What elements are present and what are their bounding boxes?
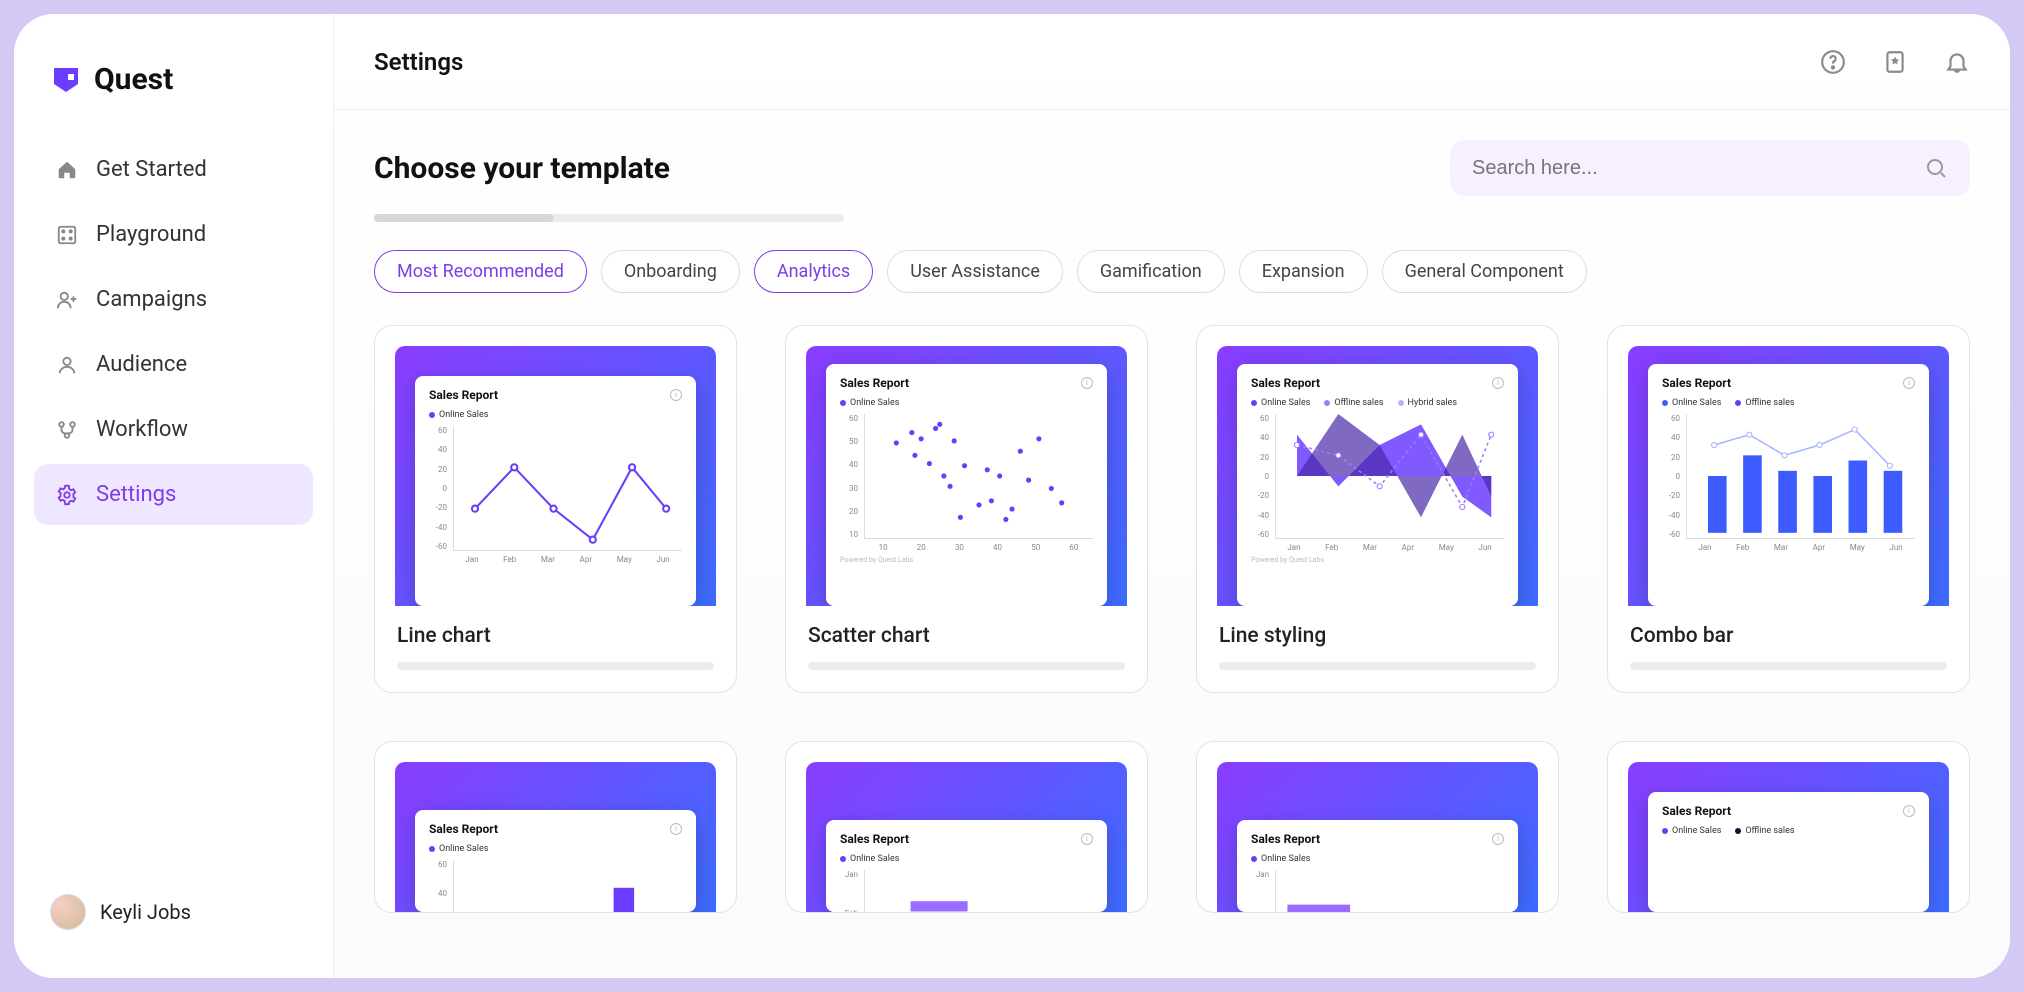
progress-track — [374, 214, 844, 222]
user-profile[interactable]: Keyli Jobs — [14, 874, 333, 950]
card-label: Scatter chart — [808, 624, 1125, 648]
filter-analytics[interactable]: Analytics — [754, 250, 873, 293]
powered-by: Powered by Quest Labs — [840, 556, 1093, 564]
filter-onboarding[interactable]: Onboarding — [601, 250, 740, 293]
sidebar-item-settings[interactable]: Settings — [34, 464, 313, 525]
card-preview: Sales Reporti Online Sales 6040200-20 — [375, 742, 736, 912]
card-label: Line styling — [1219, 624, 1536, 648]
card-preview: Sales Report i Online Sales 60 40 — [375, 326, 736, 606]
user-plus-icon — [56, 289, 78, 311]
filter-pills: Most Recommended Onboarding Analytics Us… — [374, 250, 1970, 293]
card-preview: Sales Report i Online Sales Offline sale… — [1197, 326, 1558, 606]
topbar: Settings — [334, 14, 2010, 110]
grid-icon — [56, 224, 78, 246]
template-card-line-styling[interactable]: Sales Report i Online Sales Offline sale… — [1196, 325, 1559, 693]
info-icon: i — [670, 389, 682, 401]
logo[interactable]: Quest — [14, 42, 333, 133]
card-preview: Sales Report i Online Sales Offline sale… — [1608, 326, 1969, 606]
card-progress — [808, 662, 1125, 670]
info-icon: i — [1903, 377, 1915, 389]
legend-offline: Offline sales — [1745, 398, 1794, 408]
search-icon — [1924, 156, 1948, 180]
powered-by: Powered by Quest Labs — [1251, 556, 1504, 564]
legend-offline: Offline sales — [1334, 398, 1383, 408]
card-label: Combo bar — [1630, 624, 1947, 648]
topbar-actions — [1820, 49, 1970, 75]
chart-title: Sales Report — [429, 388, 498, 402]
search-input[interactable] — [1472, 157, 1912, 180]
app-frame: Quest Get Started Playground Campaigns A… — [14, 14, 2010, 978]
sidebar-item-label: Get Started — [96, 157, 207, 182]
info-icon: i — [1081, 377, 1093, 389]
sidebar-item-playground[interactable]: Playground — [34, 204, 313, 265]
page-title: Choose your template — [374, 151, 670, 186]
sidebar-item-campaigns[interactable]: Campaigns — [34, 269, 313, 330]
page-header-title: Settings — [374, 48, 463, 76]
legend-online: Online Sales — [439, 410, 488, 420]
main: Settings Choose your template Most Recom… — [334, 14, 2010, 978]
template-card-combo-bar[interactable]: Sales Report i Online Sales Offline sale… — [1607, 325, 1970, 693]
template-card-partial-1[interactable]: Sales Reporti Online Sales 6040200-20 — [374, 741, 737, 913]
gear-icon — [56, 484, 78, 506]
sidebar-item-label: Campaigns — [96, 287, 207, 312]
card-progress — [1630, 662, 1947, 670]
chart-title: Sales Report — [840, 376, 909, 390]
sidebar-item-label: Workflow — [96, 417, 188, 442]
avatar — [50, 894, 86, 930]
filter-gamification[interactable]: Gamification — [1077, 250, 1225, 293]
sidebar-item-workflow[interactable]: Workflow — [34, 399, 313, 460]
chart-title: Sales Report — [1251, 376, 1320, 390]
content: Choose your template Most Recommended On… — [334, 110, 2010, 978]
home-icon — [56, 159, 78, 181]
bookmark-icon[interactable] — [1882, 49, 1908, 75]
card-preview: Sales Reporti Online Sales JanFebMarApr — [786, 742, 1147, 912]
bell-icon[interactable] — [1944, 49, 1970, 75]
sidebar-item-label: Settings — [96, 482, 176, 507]
sidebar-item-label: Playground — [96, 222, 206, 247]
sidebar-item-label: Audience — [96, 352, 187, 377]
search[interactable] — [1450, 140, 1970, 196]
help-icon[interactable] — [1820, 49, 1846, 75]
template-card-partial-3[interactable]: Sales Reporti Online Sales JanFebMar — [1196, 741, 1559, 913]
card-preview: Sales Reporti Online Sales Offline sales — [1608, 742, 1969, 912]
template-card-partial-4[interactable]: Sales Reporti Online Sales Offline sales — [1607, 741, 1970, 913]
filter-user-assistance[interactable]: User Assistance — [887, 250, 1063, 293]
user-icon — [56, 354, 78, 376]
template-card-scatter[interactable]: Sales Report i Online Sales 60 50 — [785, 325, 1148, 693]
filter-general-component[interactable]: General Component — [1382, 250, 1587, 293]
legend-online: Online Sales — [1261, 398, 1310, 408]
template-card-partial-2[interactable]: Sales Reporti Online Sales JanFebMarApr — [785, 741, 1148, 913]
template-card-line[interactable]: Sales Report i Online Sales 60 40 — [374, 325, 737, 693]
card-progress — [397, 662, 714, 670]
workflow-icon — [56, 419, 78, 441]
template-cards: Sales Report i Online Sales 60 40 — [374, 325, 1970, 913]
info-icon: i — [1492, 377, 1504, 389]
card-progress — [1219, 662, 1536, 670]
content-header: Choose your template — [374, 140, 1970, 196]
legend-hybrid: Hybrid sales — [1408, 398, 1457, 408]
filter-most-recommended[interactable]: Most Recommended — [374, 250, 587, 293]
logo-icon — [50, 64, 82, 96]
sidebar: Quest Get Started Playground Campaigns A… — [14, 14, 334, 978]
legend-online: Online Sales — [1672, 398, 1721, 408]
brand-name: Quest — [94, 62, 173, 97]
sidebar-item-get-started[interactable]: Get Started — [34, 139, 313, 200]
user-name: Keyli Jobs — [100, 900, 191, 924]
card-preview: Sales Reporti Online Sales JanFebMar — [1197, 742, 1558, 912]
card-label: Line chart — [397, 624, 714, 648]
sidebar-item-audience[interactable]: Audience — [34, 334, 313, 395]
legend-online: Online Sales — [850, 398, 899, 408]
progress-fill — [374, 214, 554, 222]
card-preview: Sales Report i Online Sales 60 50 — [786, 326, 1147, 606]
filter-expansion[interactable]: Expansion — [1239, 250, 1368, 293]
chart-title: Sales Report — [1662, 376, 1731, 390]
nav: Get Started Playground Campaigns Audienc… — [14, 133, 333, 874]
